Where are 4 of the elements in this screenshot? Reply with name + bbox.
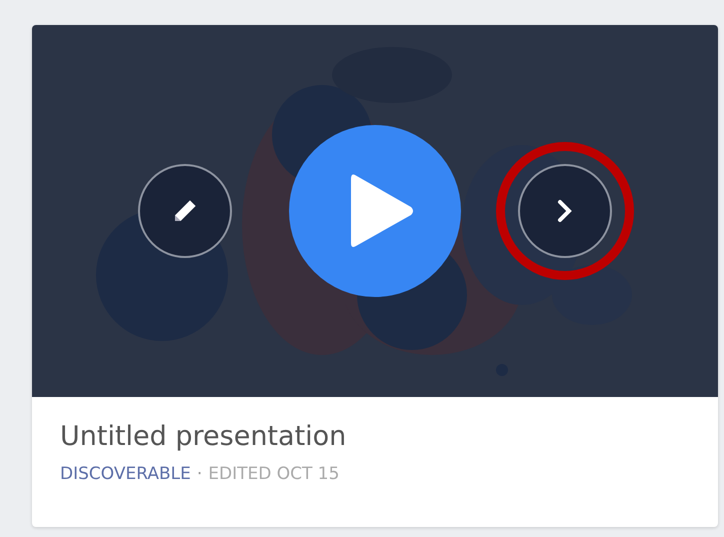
separator-dot: · [196, 464, 202, 484]
presentation-title: Untitled presentation [60, 421, 348, 452]
visibility-label: DISCOVERABLE [60, 464, 191, 484]
edited-date: EDITED OCT 15 [208, 464, 340, 484]
